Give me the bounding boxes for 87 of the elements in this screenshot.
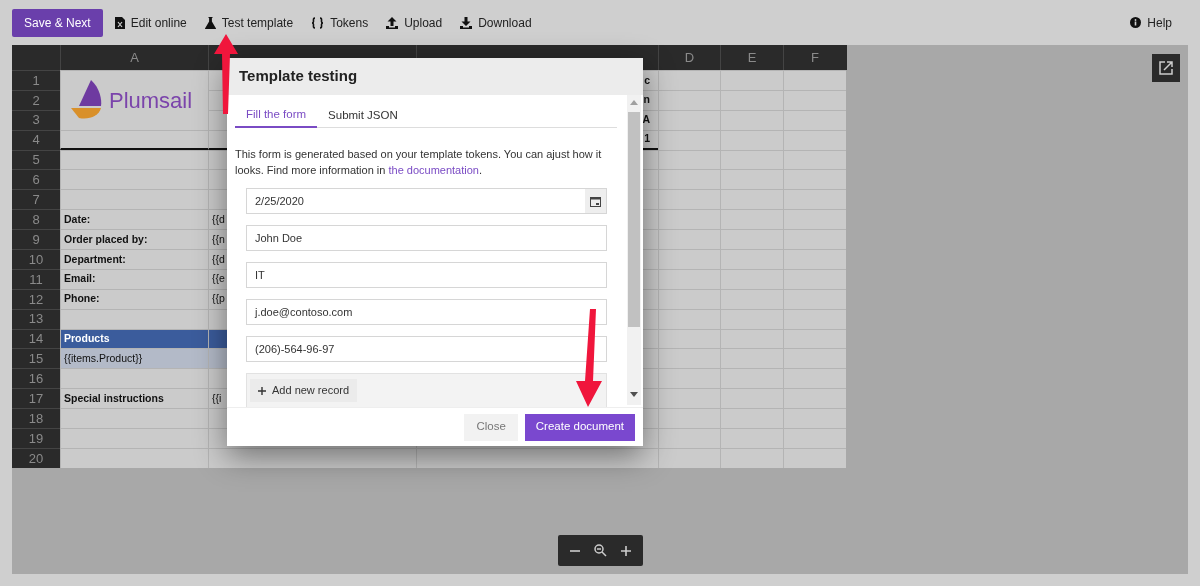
row-header[interactable]: 17 (12, 388, 60, 409)
toolbar-button[interactable]: Download (460, 8, 532, 37)
row-header[interactable]: 6 (12, 169, 60, 190)
table-cell: {{items.Product}} (60, 348, 208, 369)
upload-icon (386, 16, 399, 29)
scrollbar-thumb[interactable] (628, 112, 640, 327)
table-cell (720, 70, 783, 90)
table-cell (783, 288, 846, 309)
table-cell (783, 428, 846, 448)
toolbar-button[interactable]: Edit online (114, 8, 187, 37)
table-cell (783, 388, 846, 409)
tab[interactable]: Submit JSON (317, 103, 409, 128)
table-cell (783, 149, 846, 170)
description-text: This form is generated based on your template tokens. You can ajust how it looks. Find more information in the documentation. (235, 147, 603, 178)
zoom-in-icon[interactable] (620, 544, 633, 557)
documentation-link[interactable]: the documentation (388, 164, 479, 176)
table-cell: Email: (60, 268, 208, 289)
scroll-down-icon[interactable] (630, 392, 638, 397)
table-cell (783, 209, 846, 230)
row-header[interactable]: 9 (12, 229, 60, 249)
document-icon (114, 16, 125, 29)
date-field[interactable]: 2/25/2020 (246, 188, 607, 214)
logo-text: Plumsail (109, 86, 193, 115)
calendar-icon[interactable] (585, 189, 606, 213)
table-cell (783, 89, 846, 110)
row-header[interactable]: 13 (12, 308, 60, 329)
table-cell (783, 229, 846, 249)
download-icon (460, 16, 473, 29)
row-header[interactable]: 5 (12, 149, 60, 170)
add-record-button[interactable]: Add new record (250, 379, 358, 402)
toolbar-button[interactable]: Test template (204, 8, 294, 37)
table-cell: Department: (60, 249, 208, 269)
toolbar-button[interactable]: Tokens (311, 8, 369, 37)
table-cell (658, 447, 720, 468)
table-cell (783, 368, 846, 389)
row-header[interactable]: 15 (12, 348, 60, 369)
plus-icon (258, 386, 266, 395)
row-header[interactable]: 3 (12, 109, 60, 130)
table-cell (783, 70, 846, 90)
open-external-icon[interactable] (1152, 54, 1180, 82)
table-cell (783, 328, 846, 349)
help-link[interactable]: Help (1130, 13, 1172, 32)
table-cell (783, 249, 846, 269)
input-field[interactable]: John Doe (246, 225, 607, 251)
table-cell: Order placed by: (60, 229, 208, 249)
tab[interactable]: Fill the form (235, 103, 318, 128)
save-button[interactable]: Save & Next (12, 8, 103, 37)
table-cell: Special instructions (60, 388, 208, 409)
row-header[interactable]: 1 (12, 70, 60, 90)
row-header[interactable]: 8 (12, 209, 60, 230)
row-header[interactable]: 11 (12, 268, 60, 289)
table-cell: Products (60, 328, 208, 349)
table-cell (783, 308, 846, 329)
row-header[interactable]: 12 (12, 288, 60, 309)
zoom-icon[interactable] (594, 544, 607, 557)
table-cell (783, 268, 846, 289)
table-cell (783, 169, 846, 190)
row-header[interactable]: 4 (12, 129, 60, 150)
input-field[interactable]: IT (246, 262, 607, 288)
table-cell: Date: (60, 209, 208, 230)
braces-icon (311, 16, 325, 29)
table-cell (658, 428, 720, 448)
scrollbar[interactable] (627, 95, 641, 405)
row-header[interactable]: 16 (12, 368, 60, 389)
row-header[interactable]: 20 (12, 447, 60, 468)
row-header[interactable]: 2 (12, 89, 60, 110)
dialog-title: Template testing (239, 66, 358, 87)
table-cell (783, 408, 846, 429)
close-button[interactable]: Close (464, 413, 518, 441)
table-cell (783, 109, 846, 130)
row-header[interactable]: 18 (12, 408, 60, 429)
table-cell: Phone: (60, 288, 208, 309)
table-cell (783, 129, 846, 150)
table-cell (783, 348, 846, 369)
input-field[interactable]: (206)-564-96-97 (246, 336, 607, 362)
table-cell (720, 447, 783, 468)
row-header[interactable]: 7 (12, 189, 60, 210)
row-header[interactable]: 19 (12, 428, 60, 448)
info-icon (1130, 17, 1142, 28)
table-cell (783, 189, 846, 210)
create-document-button[interactable]: Create document (524, 413, 635, 441)
row-header[interactable]: 10 (12, 249, 60, 269)
flask-icon (204, 16, 216, 29)
toolbar-button[interactable]: Upload (386, 8, 443, 37)
row-header[interactable]: 14 (12, 328, 60, 349)
table-cell (783, 447, 846, 468)
input-field[interactable]: j.doe@contoso.com (246, 299, 607, 325)
